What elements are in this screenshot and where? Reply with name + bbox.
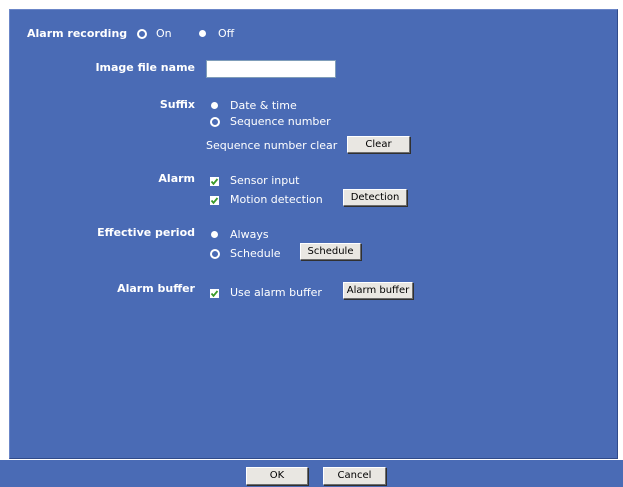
- alarm-buffer-button[interactable]: Alarm buffer: [343, 282, 413, 299]
- use-alarm-buffer-label: Use alarm buffer: [230, 286, 322, 299]
- alarm-buffer-label: Alarm buffer: [117, 282, 195, 295]
- alarm-recording-off-label: Off: [218, 27, 235, 40]
- image-file-name-input[interactable]: [206, 60, 336, 78]
- alarm-recording-label: Alarm recording: [27, 27, 128, 40]
- motion-detection-checkbox[interactable]: [210, 196, 219, 205]
- effective-schedule-radio[interactable]: [210, 249, 220, 259]
- effective-always-radio[interactable]: [211, 231, 218, 238]
- motion-detection-label: Motion detection: [230, 193, 323, 206]
- alarm-label: Alarm: [158, 172, 195, 185]
- effective-period-label: Effective period: [97, 226, 195, 239]
- clear-button[interactable]: Clear: [347, 136, 410, 153]
- alarm-recording-on-radio[interactable]: [137, 29, 147, 39]
- cancel-button[interactable]: Cancel: [323, 467, 386, 485]
- ok-button[interactable]: OK: [246, 467, 308, 485]
- suffix-sequence-label: Sequence number: [230, 115, 331, 128]
- detection-button[interactable]: Detection: [343, 189, 407, 206]
- use-alarm-buffer-checkbox[interactable]: [210, 289, 219, 298]
- effective-schedule-label: Schedule: [230, 247, 281, 260]
- suffix-label: Suffix: [159, 98, 195, 111]
- alarm-recording-on-label: On: [156, 27, 172, 40]
- footer-bar: [0, 460, 623, 487]
- settings-frame: Alarm recording On Off Image file name S…: [0, 0, 623, 487]
- alarm-recording-off-radio[interactable]: [199, 30, 206, 37]
- sensor-input-checkbox[interactable]: [210, 177, 219, 186]
- suffix-datetime-label: Date & time: [230, 99, 297, 112]
- sequence-number-clear-label: Sequence number clear: [206, 139, 338, 152]
- image-file-name-label: Image file name: [95, 61, 195, 74]
- suffix-sequence-radio[interactable]: [210, 117, 220, 127]
- schedule-button[interactable]: Schedule: [300, 243, 361, 260]
- effective-always-label: Always: [230, 228, 269, 241]
- sensor-input-label: Sensor input: [230, 174, 300, 187]
- suffix-datetime-radio[interactable]: [211, 102, 218, 109]
